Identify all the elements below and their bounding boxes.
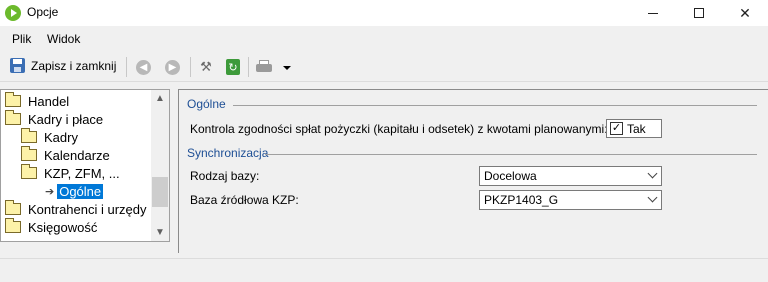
kzp-control-label: Kontrola zgodności spłat pożyczki (kapit…	[190, 122, 608, 136]
folder-icon	[21, 164, 37, 179]
source-db-label: Baza źródłowa KZP:	[190, 193, 299, 207]
toolbar-separator	[190, 57, 191, 77]
tree-item-label: Kontrahenci i urzędy	[28, 201, 147, 217]
tree-item-label: Handel	[28, 93, 70, 109]
tree-scrollbar[interactable]: ▲ ▼	[151, 90, 169, 241]
save-and-close-label: Zapisz i zamknij	[31, 58, 117, 73]
close-button[interactable]: ✕	[722, 0, 768, 26]
section-divider	[233, 105, 757, 106]
section-header-sync: Synchronizacja	[187, 146, 269, 160]
folder-icon	[21, 128, 37, 143]
folder-icon	[5, 218, 21, 233]
scroll-up-icon[interactable]: ▲	[151, 90, 169, 107]
tree-item-kalendarze[interactable]: Kalendarze	[21, 146, 110, 164]
kzp-control-value: Tak	[627, 121, 646, 136]
db-type-label: Rodzaj bazy:	[190, 169, 260, 183]
title-bar: Opcje ✕	[0, 0, 768, 26]
toolbar-separator	[248, 57, 249, 77]
chevron-down-icon	[647, 168, 658, 179]
dropdown-arrow-icon[interactable]	[283, 66, 291, 70]
arrow-right-icon: ➔	[45, 185, 55, 198]
status-bar	[0, 258, 768, 282]
app-play-icon	[5, 5, 21, 21]
tree-item-kzp-zfm[interactable]: KZP, ZFM, ...	[21, 164, 120, 182]
minimize-button[interactable]	[630, 0, 676, 26]
tree-item-ogolne[interactable]: ➔ Ogólne	[45, 182, 104, 200]
close-icon: ✕	[739, 4, 751, 21]
toolbar: Zapisz i zamknij ◀ ▶ ⚒ ↻	[0, 52, 768, 82]
menu-item-plik[interactable]: Plik	[12, 32, 31, 46]
folder-icon	[21, 146, 37, 161]
scroll-thumb[interactable]	[152, 177, 168, 207]
check-icon: ✓	[610, 122, 623, 135]
minimize-icon	[648, 12, 658, 14]
db-type-select[interactable]: Docelowa	[479, 166, 662, 186]
tree-item-label: Księgowość	[28, 219, 98, 235]
options-form: Ogólne Kontrola zgodności spłat pożyczki…	[178, 89, 768, 253]
maximize-icon	[694, 8, 704, 18]
tree-item-kadry-i-place[interactable]: Kadry i płace	[5, 110, 103, 128]
chevron-down-icon	[647, 192, 658, 203]
scroll-down-icon[interactable]: ▼	[151, 224, 169, 241]
kzp-control-checkbox[interactable]: ✓ Tak	[606, 119, 662, 138]
maximize-button[interactable]	[676, 0, 722, 26]
menu-bar: Plik Widok	[0, 28, 768, 50]
menu-item-widok[interactable]: Widok	[47, 32, 80, 46]
tree-item-handel[interactable]: Handel	[5, 92, 69, 110]
back-icon[interactable]: ◀	[136, 60, 151, 75]
source-db-select[interactable]: PKZP1403_G	[479, 190, 662, 210]
tree-item-label: Kadry	[44, 129, 78, 145]
tree-item-label: Kadry i płace	[28, 111, 104, 127]
save-and-close-button[interactable]: Zapisz i zamknij	[10, 58, 116, 73]
db-type-value: Docelowa	[484, 169, 537, 183]
folder-icon	[5, 92, 21, 107]
panel-splitter[interactable]	[172, 89, 176, 242]
tree-item-label: Ogólne	[57, 183, 104, 199]
folder-icon	[5, 200, 21, 215]
folder-icon	[5, 110, 21, 125]
tree-item-kontrahenci[interactable]: Kontrahenci i urzędy	[5, 200, 147, 218]
section-divider	[265, 154, 757, 155]
printer-icon[interactable]	[256, 60, 272, 74]
printer-body	[256, 64, 272, 72]
source-db-value: PKZP1403_G	[484, 193, 559, 207]
forward-icon[interactable]: ▶	[165, 60, 180, 75]
tree-item-kadry[interactable]: Kadry	[21, 128, 78, 146]
options-tree: Handel Kadry i płace Kadry Kalendarze KZ…	[0, 89, 170, 242]
tools-icon[interactable]: ⚒	[197, 58, 215, 76]
tree-item-label: Kalendarze	[44, 147, 110, 163]
tree-item-ksiegowosc[interactable]: Księgowość	[5, 218, 97, 236]
tree-item-label: KZP, ZFM, ...	[44, 165, 120, 181]
refresh-icon[interactable]: ↻	[226, 59, 240, 75]
toolbar-separator	[126, 57, 127, 77]
save-icon	[10, 58, 25, 73]
section-header-general: Ogólne	[187, 97, 226, 111]
window-title: Opcje	[27, 5, 59, 19]
